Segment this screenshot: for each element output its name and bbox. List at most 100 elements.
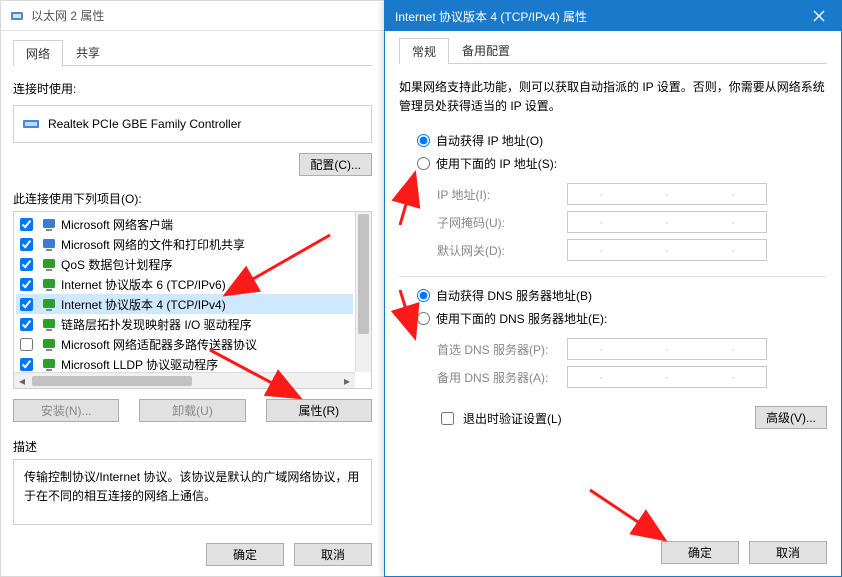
radio-ip-auto-input[interactable] [417, 134, 430, 147]
scroll-right-icon[interactable]: ▸ [339, 373, 355, 389]
item-label: QoS 数据包计划程序 [61, 256, 172, 273]
window-titlebar: 以太网 2 属性 [1, 1, 384, 31]
window-body: 网络 共享 连接时使用: Realtek PCIe GBE Family Con… [1, 31, 384, 576]
advanced-row: 高级(V)... [399, 406, 827, 429]
radio-dns-manual-label: 使用下面的 DNS 服务器地址(E): [436, 310, 607, 327]
tabs: 网络 共享 [13, 39, 372, 66]
window-title: 以太网 2 属性 [31, 7, 104, 24]
item-label: Microsoft 网络适配器多路传送器协议 [61, 336, 257, 353]
close-icon [813, 10, 825, 22]
list-item[interactable]: 链路层拓扑发现映射器 I/O 驱动程序 [16, 314, 353, 334]
subnet-mask-label: 子网掩码(U): [437, 214, 567, 231]
list-item[interactable]: Microsoft LLDP 协议驱动程序 [16, 354, 353, 372]
nic-icon [22, 115, 40, 133]
item-label: 链路层拓扑发现映射器 I/O 驱动程序 [61, 316, 252, 333]
radio-dns-auto[interactable]: 自动获得 DNS 服务器地址(B) [417, 287, 827, 304]
gateway-input: ··· [567, 239, 767, 261]
protocol-icon [41, 216, 57, 232]
protocol-icon [41, 236, 57, 252]
dns-alternate-input: ··· [567, 366, 767, 388]
item-checkbox[interactable] [20, 298, 33, 311]
install-button[interactable]: 安装(N)... [13, 399, 119, 422]
protocol-icon [41, 276, 57, 292]
list-item[interactable]: QoS 数据包计划程序 [16, 254, 353, 274]
item-checkbox[interactable] [20, 318, 33, 331]
protocol-icon [41, 256, 57, 272]
radio-dns-manual-input[interactable] [417, 312, 430, 325]
radio-ip-auto-label: 自动获得 IP 地址(O) [436, 132, 543, 149]
radio-dns-auto-label: 自动获得 DNS 服务器地址(B) [436, 287, 592, 304]
list-item[interactable]: Internet 协议版本 6 (TCP/IPv6) [16, 274, 353, 294]
ip-address-label: IP 地址(I): [437, 186, 567, 203]
radio-dns-auto-input[interactable] [417, 289, 430, 302]
window-body: 常规 备用配置 如果网络支持此功能，则可以获取自动指派的 IP 设置。否则，你需… [385, 31, 841, 576]
window-footer: 确定 取消 [399, 525, 827, 564]
protocol-items-list[interactable]: Microsoft 网络客户端 Microsoft 网络的文件和打印机共享 QoS … [14, 212, 355, 372]
radio-ip-manual[interactable]: 使用下面的 IP 地址(S): [417, 155, 827, 172]
list-item[interactable]: Microsoft 网络的文件和打印机共享 [16, 234, 353, 254]
window-title: Internet 协议版本 4 (TCP/IPv4) 属性 [395, 8, 797, 25]
protocol-icon [41, 336, 57, 352]
item-checkbox[interactable] [20, 278, 33, 291]
ethernet-properties-window: 以太网 2 属性 网络 共享 连接时使用: Realtek PCIe GBE F… [0, 0, 385, 577]
horizontal-scrollbar[interactable]: ◂ ▸ [14, 372, 355, 388]
item-action-buttons: 安装(N)... 卸载(U) 属性(R) [13, 399, 372, 422]
ok-button[interactable]: 确定 [661, 541, 739, 564]
list-item[interactable]: Microsoft 网络适配器多路传送器协议 [16, 334, 353, 354]
description-label: 描述 [13, 438, 372, 455]
protocol-icon [41, 316, 57, 332]
tabs: 常规 备用配置 [399, 37, 827, 64]
vertical-scrollbar[interactable] [355, 212, 371, 372]
connect-using-label: 连接时使用: [13, 80, 372, 97]
protocol-items-box: Microsoft 网络客户端 Microsoft 网络的文件和打印机共享 QoS … [13, 211, 372, 389]
adapter-name: Realtek PCIe GBE Family Controller [48, 117, 241, 131]
radio-dns-manual[interactable]: 使用下面的 DNS 服务器地址(E): [417, 310, 827, 327]
list-item[interactable]: Microsoft 网络客户端 [16, 214, 353, 234]
item-label: Microsoft LLDP 协议驱动程序 [61, 356, 218, 373]
configure-row: 配置(C)... [13, 153, 372, 176]
radio-ip-manual-label: 使用下面的 IP 地址(S): [436, 155, 557, 172]
cancel-button[interactable]: 取消 [294, 543, 372, 566]
window-footer: 确定 取消 [13, 533, 372, 566]
protocol-icon [41, 296, 57, 312]
item-label: Microsoft 网络的文件和打印机共享 [61, 236, 245, 253]
ip-fields: IP 地址(I): ··· 子网掩码(U): ··· 默认网关(D): ··· [437, 180, 827, 264]
tab-alternate[interactable]: 备用配置 [449, 37, 523, 63]
tab-general[interactable]: 常规 [399, 38, 449, 64]
configure-button[interactable]: 配置(C)... [299, 153, 372, 176]
ok-button[interactable]: 确定 [206, 543, 284, 566]
uninstall-button[interactable]: 卸载(U) [139, 399, 245, 422]
item-checkbox[interactable] [20, 238, 33, 251]
close-button[interactable] [797, 1, 841, 31]
list-item[interactable]: Internet 协议版本 4 (TCP/IPv4) [16, 294, 353, 314]
description-group: 描述 传输控制协议/Internet 协议。该协议是默认的广域网络协议，用于在不… [13, 434, 372, 525]
dns-preferred-input: ··· [567, 338, 767, 360]
window-titlebar[interactable]: Internet 协议版本 4 (TCP/IPv4) 属性 [385, 1, 841, 31]
protocol-icon [41, 356, 57, 372]
scrollbar-thumb[interactable] [358, 214, 369, 334]
items-label: 此连接使用下列项目(O): [13, 190, 372, 207]
tab-network[interactable]: 网络 [13, 40, 63, 66]
radio-ip-manual-input[interactable] [417, 157, 430, 170]
properties-button[interactable]: 属性(R) [266, 399, 372, 422]
item-checkbox[interactable] [20, 218, 33, 231]
item-checkbox[interactable] [20, 358, 33, 371]
gateway-label: 默认网关(D): [437, 242, 567, 259]
adapter-box: Realtek PCIe GBE Family Controller [13, 105, 372, 143]
item-checkbox[interactable] [20, 338, 33, 351]
adapter-icon [9, 8, 25, 24]
dns-fields: 首选 DNS 服务器(P): ··· 备用 DNS 服务器(A): ··· [437, 335, 827, 391]
stage: 以太网 2 属性 网络 共享 连接时使用: Realtek PCIe GBE F… [0, 0, 842, 577]
cancel-button[interactable]: 取消 [749, 541, 827, 564]
description-text: 传输控制协议/Internet 协议。该协议是默认的广域网络协议，用于在不同的相… [13, 459, 372, 525]
subnet-mask-input: ··· [567, 211, 767, 233]
ipv4-properties-window: Internet 协议版本 4 (TCP/IPv4) 属性 常规 备用配置 如果… [384, 0, 842, 577]
tab-share[interactable]: 共享 [63, 39, 113, 65]
scrollbar-thumb[interactable] [32, 376, 192, 386]
info-text: 如果网络支持此功能，则可以获取自动指派的 IP 设置。否则，你需要从网络系统管理… [399, 78, 827, 116]
radio-ip-auto[interactable]: 自动获得 IP 地址(O) [417, 132, 827, 149]
item-checkbox[interactable] [20, 258, 33, 271]
scroll-left-icon[interactable]: ◂ [14, 373, 30, 389]
advanced-button[interactable]: 高级(V)... [755, 406, 827, 429]
item-label: Internet 协议版本 4 (TCP/IPv4) [61, 296, 226, 313]
